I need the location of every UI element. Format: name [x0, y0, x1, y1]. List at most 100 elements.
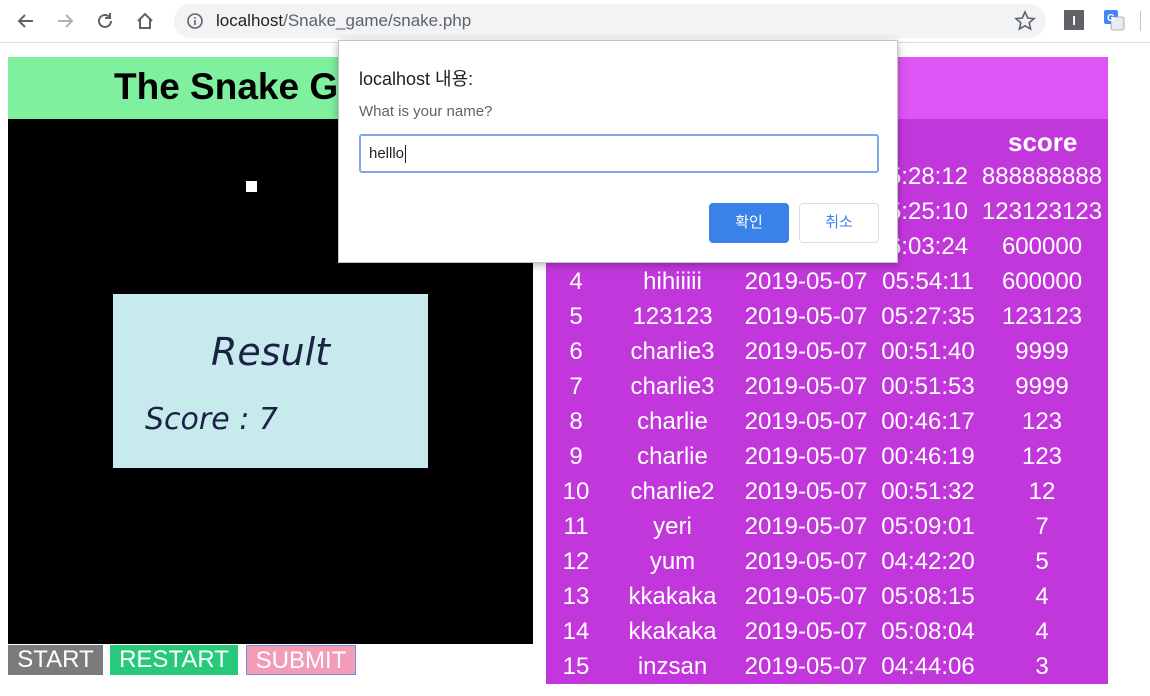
- translate-icon[interactable]: G: [1103, 9, 1125, 31]
- date-cell: 2019-05-07: [744, 338, 868, 365]
- score-row: 9 charlie 2019-05-07 00:46:19 123: [546, 439, 1108, 474]
- name-cell: charlie: [637, 408, 708, 435]
- address-bar[interactable]: localhost/Snake_game/snake.php: [174, 4, 1046, 38]
- score-row: 11 yeri 2019-05-07 05:09:01 7: [546, 509, 1108, 544]
- score-row: 14 kkakaka 2019-05-07 05:08:04 4: [546, 614, 1108, 649]
- result-title: Result: [210, 330, 331, 374]
- score-row: 7 charlie3 2019-05-07 00:51:53 9999: [546, 369, 1108, 404]
- name-input-value: helllo: [369, 145, 405, 162]
- score-row: 13 kkakaka 2019-05-07 05:08:15 4: [546, 579, 1108, 614]
- rank-cell: 12: [562, 548, 590, 575]
- bookmark-star-icon[interactable]: [1014, 10, 1036, 32]
- date-cell: 2019-05-07: [744, 618, 868, 645]
- rank-cell: 10: [562, 478, 590, 505]
- result-panel: Result Score : 7: [113, 294, 428, 468]
- name-cell: yum: [649, 548, 696, 575]
- reload-icon: [98, 13, 112, 28]
- name-cell: yeri: [653, 513, 692, 540]
- score-row: 5 123123 2019-05-07 05:27:35 123123: [546, 299, 1108, 334]
- url-text: localhost/Snake_game/snake.php: [216, 11, 471, 31]
- info-icon[interactable]: [186, 12, 204, 30]
- back-button[interactable]: [11, 6, 41, 36]
- prompt-dialog: localhost 내용: What is your name? helllo …: [338, 40, 898, 263]
- date-cell: 2019-05-07: [744, 373, 868, 400]
- start-button[interactable]: START: [8, 645, 103, 675]
- extension-icon[interactable]: I: [1064, 10, 1084, 30]
- time-cell: 05:09:01: [881, 513, 975, 540]
- name-cell: inzsan: [637, 653, 708, 680]
- browser-toolbar: localhost/Snake_game/snake.php I G: [0, 0, 1150, 43]
- cancel-button[interactable]: 취소: [799, 203, 879, 243]
- name-cell: hihiiiii: [643, 268, 702, 295]
- score-cell: 5: [1035, 548, 1049, 575]
- name-cell: charlie3: [630, 373, 715, 400]
- rank-cell: 8: [569, 408, 583, 435]
- name-cell: charlie2: [630, 478, 715, 505]
- date-cell: 2019-05-07: [744, 303, 868, 330]
- score-row: 10 charlie2 2019-05-07 00:51:32 12: [546, 474, 1108, 509]
- score-cell: 4: [1035, 618, 1049, 645]
- arrow-left-icon: [17, 14, 33, 28]
- time-cell: 04:42:20: [881, 548, 975, 575]
- score-cell: 4: [1035, 583, 1049, 610]
- url-host: localhost: [216, 11, 284, 30]
- name-cell: charlie: [637, 443, 708, 470]
- score-cell: 600000: [1001, 268, 1083, 295]
- name-cell: charlie3: [630, 338, 715, 365]
- dialog-message: What is your name?: [359, 103, 493, 120]
- dialog-title: localhost 내용:: [359, 69, 474, 89]
- restart-button[interactable]: RESTART: [110, 645, 238, 675]
- reload-button[interactable]: [90, 6, 120, 36]
- date-cell: 2019-05-07: [744, 443, 868, 470]
- score-cell: 12: [1028, 478, 1056, 505]
- rank-cell: 14: [562, 618, 590, 645]
- score-row: 15 inzsan 2019-05-07 04:44:06 3: [546, 649, 1108, 684]
- time-cell: 05:08:15: [881, 583, 975, 610]
- text-caret: [405, 145, 407, 164]
- date-cell: 2019-05-07: [744, 408, 868, 435]
- date-cell: 2019-05-07: [744, 653, 868, 680]
- extension-label: I: [1072, 12, 1076, 28]
- time-cell: 04:44:06: [881, 653, 975, 680]
- name-input[interactable]: helllo: [359, 134, 879, 173]
- score-cell: 9999: [1015, 373, 1069, 400]
- time-cell: 00:51:32: [881, 478, 975, 505]
- home-icon: [137, 12, 153, 29]
- rank-cell: 9: [569, 443, 583, 470]
- score-cell: 600000: [1001, 233, 1083, 260]
- rank-cell: 11: [563, 513, 589, 540]
- home-button[interactable]: [130, 6, 160, 36]
- score-row: 4 hihiiiii 2019-05-07 05:54:11 600000: [546, 264, 1108, 299]
- name-cell: kkakaka: [628, 618, 717, 645]
- time-cell: 00:51:53: [881, 373, 975, 400]
- rank-cell: 15: [562, 653, 590, 680]
- svg-text:G: G: [1107, 13, 1115, 24]
- ok-button[interactable]: 확인: [709, 203, 789, 243]
- time-cell: 05:08:04: [881, 618, 975, 645]
- toolbar-divider: [1140, 11, 1141, 31]
- name-cell: kkakaka: [628, 583, 717, 610]
- date-cell: 2019-05-07: [744, 583, 868, 610]
- score-row: 12 yum 2019-05-07 04:42:20 5: [546, 544, 1108, 579]
- url-path: /Snake_game/snake.php: [283, 11, 472, 30]
- date-cell: 2019-05-07: [744, 548, 868, 575]
- score-cell: 123123123: [981, 198, 1103, 225]
- arrow-right-icon: [58, 14, 74, 28]
- rank-cell: 4: [569, 268, 583, 295]
- rank-cell: 6: [569, 338, 583, 365]
- submit-button[interactable]: SUBMIT: [246, 645, 356, 675]
- score-row: 8 charlie 2019-05-07 00:46:17 123: [546, 404, 1108, 439]
- time-cell: 00:46:17: [881, 408, 975, 435]
- score-cell: 7: [1035, 513, 1049, 540]
- rank-cell: 5: [569, 303, 583, 330]
- time-cell: 00:46:19: [881, 443, 975, 470]
- date-cell: 2019-05-07: [744, 478, 868, 505]
- time-cell: 00:51:40: [881, 338, 975, 365]
- score-cell: 123123: [1001, 303, 1083, 330]
- name-cell: 123123: [632, 303, 713, 330]
- score-cell: 888888888: [981, 163, 1103, 190]
- forward-button[interactable]: [50, 6, 80, 36]
- date-cell: 2019-05-07: [744, 268, 868, 295]
- score-cell: 9999: [1015, 338, 1069, 365]
- rank-cell: 13: [562, 583, 590, 610]
